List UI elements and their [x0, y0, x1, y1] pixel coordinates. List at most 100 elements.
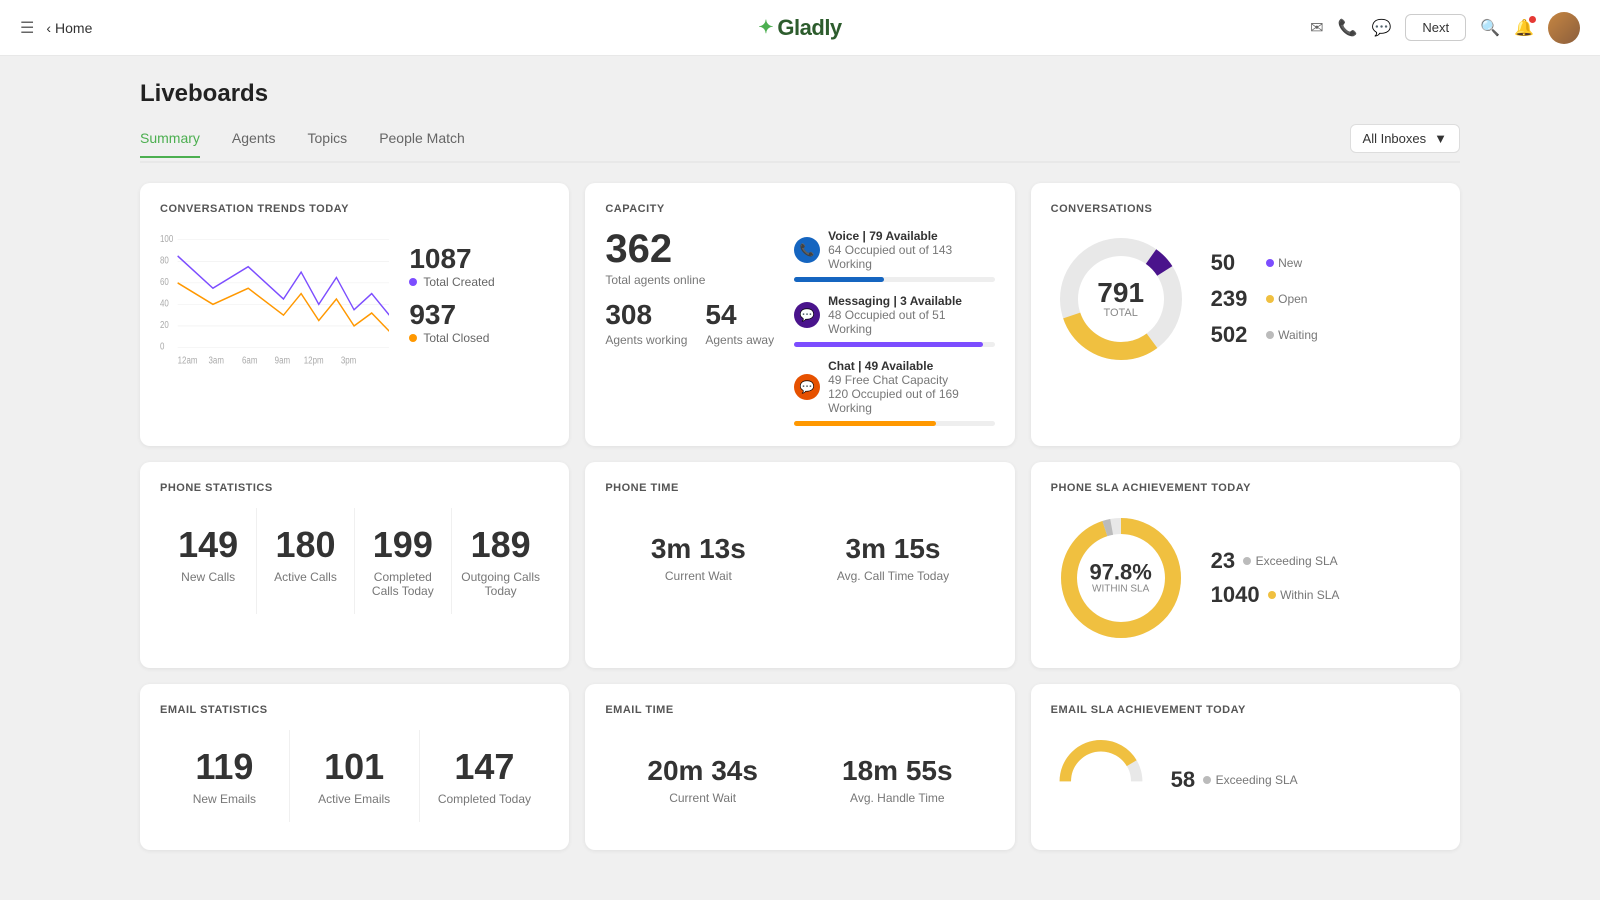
capacity-title: CAPACITY	[605, 203, 994, 215]
conversations-card: CONVERSATIONS 791 TOTAL	[1031, 183, 1460, 446]
phone-sla-donut: 97.8% WITHIN SLA	[1051, 508, 1191, 648]
new-dot	[1266, 259, 1274, 267]
email-exceeding-value: 58	[1171, 767, 1195, 793]
waiting-dot	[1266, 331, 1274, 339]
conversations-total: 791	[1097, 279, 1144, 307]
next-button[interactable]: Next	[1405, 14, 1466, 41]
tab-agents[interactable]: Agents	[232, 130, 276, 158]
svg-text:40: 40	[160, 298, 169, 309]
agents-working-label: Agents working	[605, 333, 687, 347]
avatar[interactable]	[1548, 12, 1580, 44]
current-wait-item: 3m 13s Current Wait	[651, 533, 746, 583]
trends-stats: 1087 Total Created 937 Total Closed	[409, 243, 549, 355]
logo-text: Gladly	[777, 15, 841, 41]
email-handle-label: Avg. Handle Time	[842, 791, 953, 805]
inbox-icon[interactable]: ✉	[1310, 18, 1323, 38]
total-closed-value: 937	[409, 299, 549, 331]
open-dot	[1266, 295, 1274, 303]
current-wait-label: Current Wait	[651, 569, 746, 583]
phone-stats-card: PHONE STATISTICS 149 New Calls 180 Activ…	[140, 462, 569, 668]
email-active-value: 101	[298, 746, 411, 788]
email-exceeding-label: Exceeding SLA	[1216, 773, 1298, 787]
menu-icon[interactable]: ☰	[20, 18, 34, 38]
svg-text:80: 80	[160, 255, 169, 266]
tab-topics[interactable]: Topics	[308, 130, 348, 158]
conversation-trends-title: CONVERSATION TRENDS TODAY	[160, 203, 549, 215]
capacity-card: CAPACITY 362 Total agents online 308 Age…	[585, 183, 1014, 446]
back-button[interactable]: ‹ Home	[46, 20, 92, 36]
outgoing-calls-label: Outgoing Calls Today	[460, 570, 541, 598]
notification-icon[interactable]: 🔔	[1514, 18, 1534, 38]
new-calls-label: New Calls	[168, 570, 248, 584]
email-current-wait-item: 20m 34s Current Wait	[647, 755, 758, 805]
email-sla-card: EMAIL SLA ACHIEVEMENT TODAY 58 Exceeding	[1031, 684, 1460, 850]
agents-online-label: Total agents online	[605, 273, 774, 287]
exceeding-sla-item: 23 Exceeding SLA	[1211, 548, 1340, 574]
messaging-icon: 💬	[794, 302, 820, 328]
email-active-item: 101 Active Emails	[290, 730, 420, 822]
conversations-total-label: TOTAL	[1097, 307, 1144, 319]
outgoing-calls-value: 189	[460, 524, 541, 566]
email-time-grid: 20m 34s Current Wait 18m 55s Avg. Handle…	[605, 730, 994, 830]
top-nav: ☰ ‹ Home ✦ Gladly ✉ 📞 💬 Next 🔍 🔔	[0, 0, 1600, 56]
email-exceeding-item: 58 Exceeding SLA	[1171, 767, 1298, 793]
agents-away-value: 54	[705, 301, 774, 329]
email-sla-title: EMAIL SLA ACHIEVEMENT TODAY	[1051, 704, 1440, 716]
active-calls-item: 180 Active Calls	[257, 508, 354, 614]
phone-stats-title: PHONE STATISTICS	[160, 482, 549, 494]
chat-icon[interactable]: 💬	[1372, 18, 1392, 38]
conversations-legend: 50 New 239 Open 502	[1211, 250, 1318, 348]
logo: ✦ Gladly	[758, 15, 841, 41]
within-sla-value: 1040	[1211, 582, 1260, 608]
row-2: PHONE STATISTICS 149 New Calls 180 Activ…	[140, 462, 1460, 668]
completed-calls-item: 199 Completed Calls Today	[355, 508, 452, 614]
svg-text:6am: 6am	[242, 355, 257, 366]
inbox-dropdown-label: All Inboxes	[1363, 131, 1427, 146]
home-label: Home	[55, 20, 92, 36]
active-calls-value: 180	[265, 524, 345, 566]
phone-sla-title: PHONE SLA ACHIEVEMENT TODAY	[1051, 482, 1440, 494]
svg-text:3am: 3am	[209, 355, 224, 366]
email-time-card: EMAIL TIME 20m 34s Current Wait 18m 55s …	[585, 684, 1014, 850]
agents-away-label: Agents away	[705, 333, 774, 347]
email-stats-grid: 119 New Emails 101 Active Emails 147 Com…	[160, 730, 549, 822]
email-exceeding-dot	[1203, 776, 1211, 784]
legend-new: 50 New	[1211, 250, 1318, 276]
search-icon[interactable]: 🔍	[1480, 18, 1500, 38]
phone-sla-legend: 23 Exceeding SLA 1040 Within SLA	[1211, 548, 1340, 608]
main-content: Liveboards Summary Agents Topics People …	[80, 56, 1520, 890]
email-completed-value: 147	[428, 746, 542, 788]
email-current-wait-value: 20m 34s	[647, 755, 758, 787]
conversation-trends-card: CONVERSATION TRENDS TODAY 100 80 60 40 2…	[140, 183, 569, 446]
chat-detail: 49 Free Chat Capacity 120 Occupied out o…	[828, 373, 959, 415]
phone-time-title: PHONE TIME	[605, 482, 994, 494]
email-new-value: 119	[168, 746, 281, 788]
agents-online-value: 362	[605, 229, 774, 269]
svg-text:20: 20	[160, 319, 169, 330]
closed-dot	[409, 334, 417, 342]
legend-waiting: 502 Waiting	[1211, 322, 1318, 348]
current-wait-value: 3m 13s	[651, 533, 746, 565]
phone-stats-grid: 149 New Calls 180 Active Calls 199 Compl…	[160, 508, 549, 614]
messaging-detail: 48 Occupied out of 51 Working	[828, 308, 962, 336]
row-3: EMAIL STATISTICS 119 New Emails 101 Acti…	[140, 684, 1460, 850]
total-closed-label: Total Closed	[409, 331, 549, 345]
within-sla-label: Within SLA	[1280, 588, 1339, 602]
chat-icon: 💬	[794, 374, 820, 400]
back-chevron-icon: ‹	[46, 20, 51, 36]
tab-people-match[interactable]: People Match	[379, 130, 465, 158]
email-current-wait-label: Current Wait	[647, 791, 758, 805]
exceeding-sla-label: Exceeding SLA	[1256, 554, 1338, 568]
outgoing-calls-item: 189 Outgoing Calls Today	[452, 508, 549, 614]
phone-icon[interactable]: 📞	[1338, 18, 1358, 38]
email-new-label: New Emails	[168, 792, 281, 806]
email-stats-card: EMAIL STATISTICS 119 New Emails 101 Acti…	[140, 684, 569, 850]
tab-summary[interactable]: Summary	[140, 130, 200, 158]
voice-icon: 📞	[794, 237, 820, 263]
inbox-dropdown[interactable]: All Inboxes ▼	[1350, 124, 1460, 153]
messaging-label: Messaging | 3 Available	[828, 294, 962, 308]
svg-text:12pm: 12pm	[304, 355, 324, 366]
svg-text:100: 100	[160, 233, 173, 244]
active-calls-label: Active Calls	[265, 570, 345, 584]
exceeding-sla-dot	[1243, 557, 1251, 565]
